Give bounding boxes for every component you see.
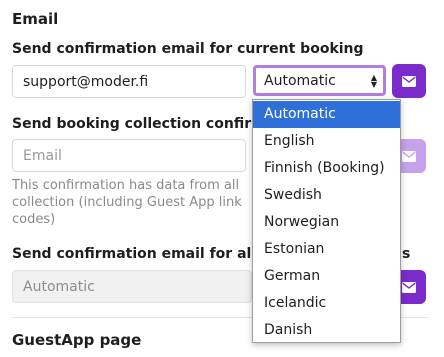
language-option[interactable]: Swedish: [253, 182, 400, 209]
envelope-icon: [402, 75, 416, 87]
language-option[interactable]: Norwegian: [253, 209, 400, 236]
section-title-guestapp: GuestApp page: [12, 331, 142, 349]
current-booking-label: Send confirmation email for current book…: [12, 41, 364, 57]
language-select-value: Automatic: [264, 72, 336, 89]
collection-confirmation-label: Send booking collection confirm: [12, 116, 252, 132]
current-booking-email-field[interactable]: support@moder.fi: [12, 65, 246, 98]
email-settings-panel: Email Send confirmation email for curren…: [0, 0, 444, 357]
current-booking-language-select[interactable]: Automatic ▲ ▼: [253, 65, 386, 96]
language-option[interactable]: Finnish (Booking): [253, 155, 400, 182]
collection-help-text: This confirmation has data from all coll…: [12, 178, 242, 227]
envelope-icon: [402, 281, 416, 293]
language-option[interactable]: Automatic: [253, 101, 400, 128]
collection-email-field[interactable]: Email: [12, 139, 246, 172]
language-option[interactable]: English: [253, 128, 400, 155]
language-option[interactable]: Danish: [253, 317, 400, 344]
all-bookings-label: Send confirmation email for all c: [12, 246, 252, 262]
all-bookings-language-select[interactable]: Automatic: [12, 270, 252, 303]
all-bookings-label-end: s: [402, 246, 411, 262]
language-dropdown-list: Automatic English Finnish (Booking) Swed…: [252, 99, 401, 343]
up-down-arrows-icon: ▲ ▼: [370, 72, 377, 89]
language-option[interactable]: Estonian: [253, 236, 400, 263]
language-option[interactable]: Icelandic: [253, 290, 400, 317]
envelope-icon: [402, 150, 416, 162]
send-current-booking-button[interactable]: [392, 64, 426, 98]
section-title-email: Email: [12, 10, 59, 28]
language-option[interactable]: German: [253, 263, 400, 290]
